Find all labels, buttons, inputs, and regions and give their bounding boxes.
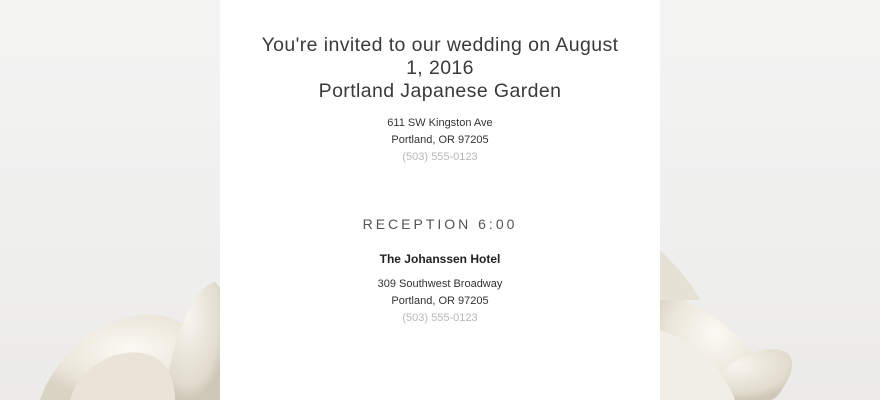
invitation-card: You're invited to our wedding on August … [220,0,660,400]
headline-line-1: You're invited to our wedding on August [261,34,619,56]
ceremony-phone[interactable]: (503) 555-0123 [220,149,660,166]
reception-venue: The Johanssen Hotel [379,252,501,266]
reception-street: 309 Southwest Broadway [377,278,503,290]
ceremony-address: 611 SW Kingston Ave Portland, OR 97205 (… [220,115,660,166]
reception-heading: RECEPTION 6:00 [362,216,518,232]
reception-city: Portland, OR 97205 [391,295,489,307]
ceremony-city: Portland, OR 97205 [391,134,489,146]
reception-phone[interactable]: (503) 555-0123 [220,310,660,327]
ceremony-street: 611 SW Kingston Ave [387,117,493,129]
reception-address: 309 Southwest Broadway Portland, OR 9720… [220,276,660,327]
ceremony-venue: Portland Japanese Garden [318,80,562,102]
headline-line-2: 1, 2016 [406,57,474,79]
invitation-headline: You're invited to our wedding on August … [250,34,630,103]
